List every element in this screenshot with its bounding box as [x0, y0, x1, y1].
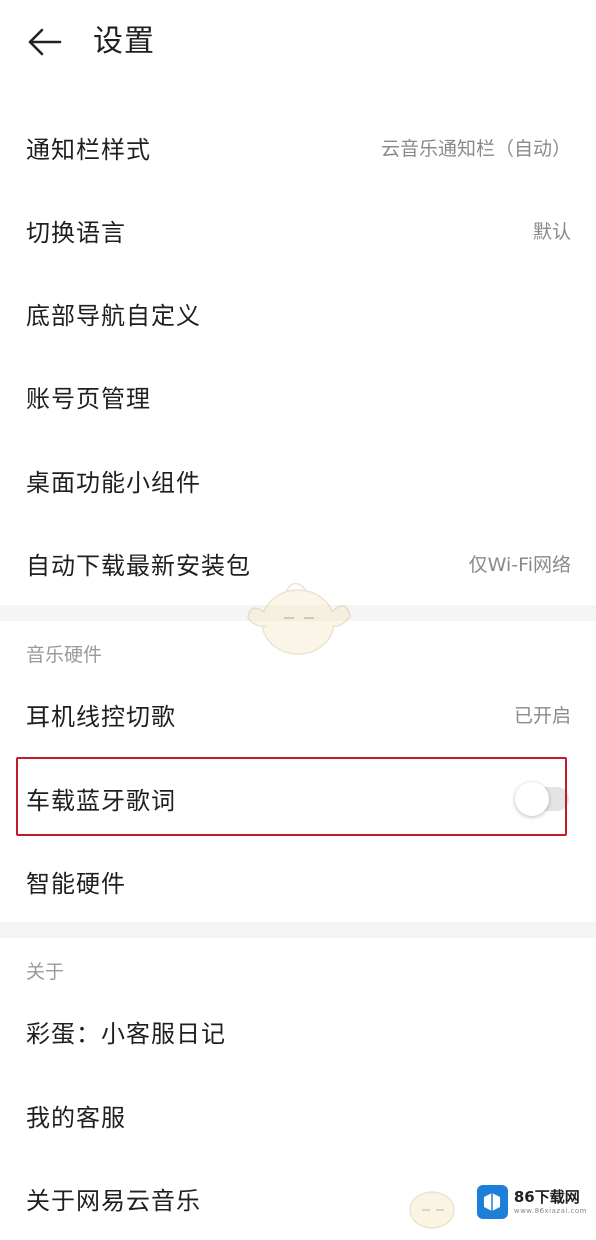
top-bar: 设置	[0, 0, 596, 84]
setting-label: 彩蛋：小客服日记	[26, 1020, 226, 1048]
setting-label: 账号页管理	[26, 385, 151, 413]
about-my-service[interactable]: 我的客服	[0, 1074, 596, 1157]
setting-notification-style[interactable]: 通知栏样式 云音乐通知栏（自动）	[0, 106, 596, 189]
setting-account-page[interactable]: 账号页管理	[0, 355, 596, 438]
setting-label: 自动下载最新安装包	[26, 552, 251, 580]
watermark-subtitle: www.86xiazai.com	[513, 1207, 587, 1215]
setting-label: 我的客服	[26, 1104, 126, 1132]
back-button[interactable]	[24, 24, 64, 60]
setting-label: 桌面功能小组件	[26, 469, 201, 497]
section-divider	[0, 605, 596, 621]
watermark-logo: 86下载网 www.86xiazai.com	[477, 1182, 587, 1222]
setting-label: 耳机线控切歌	[26, 703, 176, 731]
section-title-about: 关于	[26, 961, 65, 983]
arrow-left-icon	[28, 28, 62, 56]
setting-value: 云音乐通知栏（自动）	[380, 138, 571, 160]
setting-headset-control[interactable]: 耳机线控切歌 已开启	[0, 673, 596, 756]
setting-auto-download[interactable]: 自动下载最新安装包 仅Wi-Fi网络	[0, 522, 596, 605]
setting-label: 底部导航自定义	[26, 302, 201, 330]
setting-bottom-nav[interactable]: 底部导航自定义	[0, 272, 596, 355]
setting-label: 切换语言	[26, 219, 126, 247]
box-logo-icon	[477, 1185, 508, 1219]
car-bluetooth-lyrics-toggle[interactable]	[515, 781, 571, 816]
setting-label: 通知栏样式	[26, 136, 151, 164]
setting-language[interactable]: 切换语言 默认	[0, 189, 596, 272]
setting-car-bluetooth-lyrics[interactable]: 车载蓝牙歌词	[0, 757, 596, 840]
setting-label: 关于网易云音乐	[26, 1187, 201, 1215]
about-easter-egg[interactable]: 彩蛋：小客服日记	[0, 990, 596, 1073]
setting-value: 仅Wi-Fi网络	[468, 554, 571, 576]
toggle-knob	[515, 781, 549, 816]
page-title: 设置	[93, 24, 155, 59]
setting-label: 智能硬件	[26, 870, 126, 898]
setting-smart-hardware[interactable]: 智能硬件	[0, 840, 596, 923]
watermark-title: 86下载网	[513, 1188, 580, 1206]
setting-value: 默认	[532, 221, 571, 243]
setting-label: 车载蓝牙歌词	[26, 787, 176, 815]
section-divider	[0, 922, 596, 938]
section-title-music-hardware: 音乐硬件	[26, 644, 103, 666]
setting-desktop-widget[interactable]: 桌面功能小组件	[0, 439, 596, 522]
setting-value: 已开启	[513, 705, 571, 727]
